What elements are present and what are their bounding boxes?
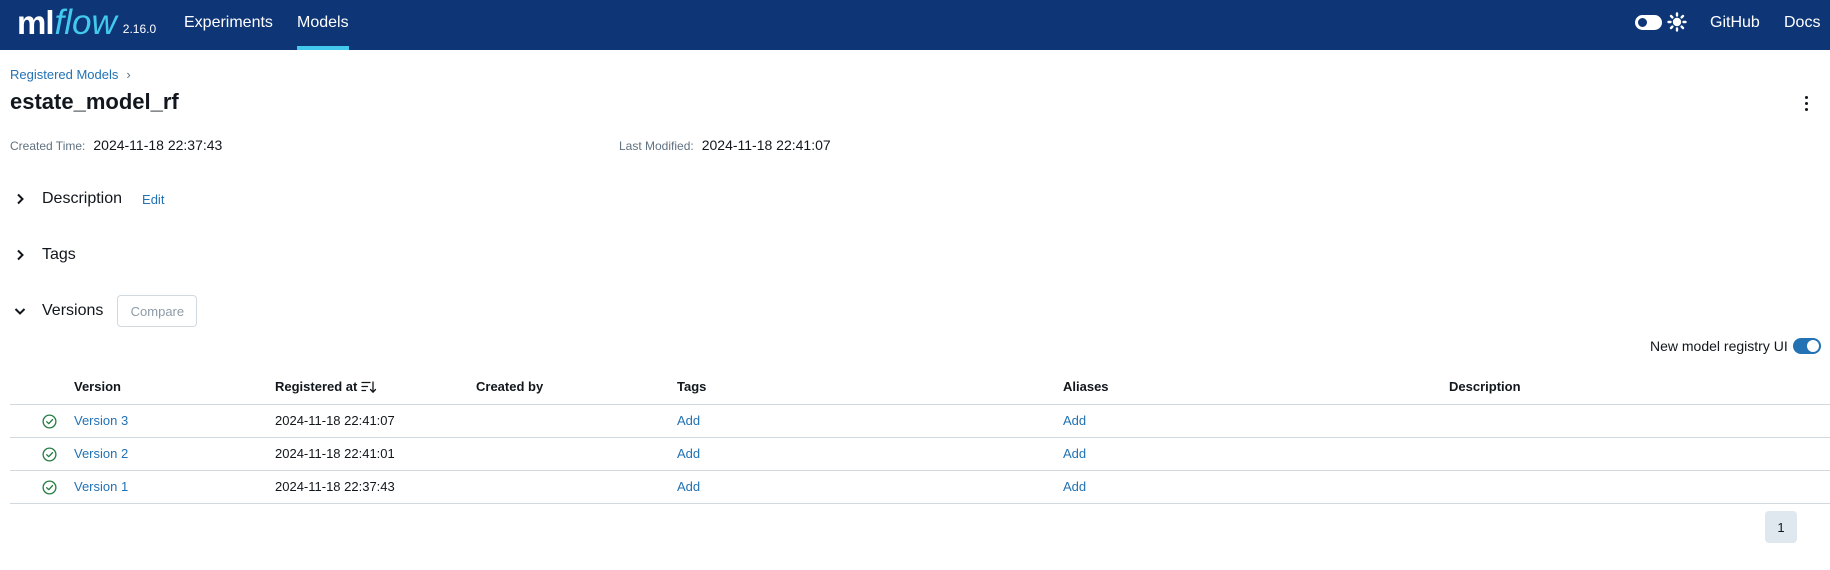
tags-title[interactable]: Tags	[42, 246, 76, 264]
versions-table: Version Registered at Created by Tags Al…	[10, 368, 1830, 504]
column-header-created-by: Created by	[476, 379, 544, 394]
new-registry-ui-label: New model registry UI	[1650, 338, 1788, 354]
check-circle-icon	[42, 447, 57, 462]
pagination-page-1[interactable]: 1	[1765, 511, 1797, 543]
chevron-down-icon[interactable]	[12, 303, 28, 319]
page-title: estate_model_rf	[10, 89, 179, 114]
registered-at-cell: 2024-11-18 22:41:07	[275, 413, 395, 428]
breadcrumb: Registered Models ›	[10, 67, 131, 82]
last-modified-label: Last Modified:	[619, 139, 694, 153]
github-link[interactable]: GitHub	[1710, 0, 1760, 45]
top-navigation-bar: ml flow 2.16.0 Experiments Models GitHub…	[0, 0, 1830, 50]
table-header: Version Registered at Created by Tags Al…	[10, 368, 1830, 405]
switch-knob	[1806, 340, 1819, 352]
version-label: 2.16.0	[122, 22, 157, 36]
registered-at-cell: 2024-11-18 22:41:01	[275, 446, 395, 461]
version-link[interactable]: Version 3	[74, 413, 128, 428]
nav-tab-experiments[interactable]: Experiments	[184, 0, 273, 50]
column-header-registered-at-label: Registered at	[275, 379, 358, 394]
add-tag-link[interactable]: Add	[677, 413, 700, 428]
created-time-label: Created Time:	[10, 139, 86, 153]
column-header-tags: Tags	[677, 379, 707, 394]
breadcrumb-separator: ›	[126, 67, 131, 82]
table-row: Version 2 2024-11-18 22:41:01 Add Add	[10, 438, 1830, 471]
registered-at-cell: 2024-11-18 22:37:43	[275, 479, 395, 494]
description-title[interactable]: Description	[42, 190, 122, 208]
table-row: Version 1 2024-11-18 22:37:43 Add Add	[10, 471, 1830, 504]
sort-descending-icon[interactable]	[361, 380, 377, 394]
compare-button[interactable]: Compare	[117, 295, 198, 327]
add-tag-link[interactable]: Add	[677, 446, 700, 461]
new-registry-ui-switch[interactable]	[1792, 338, 1821, 354]
add-tag-link[interactable]: Add	[677, 479, 700, 494]
check-circle-icon	[42, 480, 57, 495]
new-registry-ui-toggle: New model registry UI	[1650, 338, 1821, 354]
theme-toggle-knob	[1637, 17, 1648, 28]
table-row: Version 3 2024-11-18 22:41:07 Add Add	[10, 405, 1830, 438]
description-section: Description Edit	[12, 190, 164, 208]
add-alias-link[interactable]: Add	[1063, 413, 1086, 428]
created-time: Created Time: 2024-11-18 22:37:43	[10, 137, 222, 153]
add-alias-link[interactable]: Add	[1063, 446, 1086, 461]
edit-description-link[interactable]: Edit	[142, 192, 164, 207]
check-circle-icon	[42, 414, 57, 429]
logo-flow-text: flow	[54, 3, 117, 42]
sun-icon[interactable]	[1667, 12, 1687, 32]
chevron-right-icon[interactable]	[12, 191, 28, 207]
theme-toggle[interactable]	[1635, 15, 1662, 30]
nav-tab-models[interactable]: Models	[297, 0, 349, 50]
add-alias-link[interactable]: Add	[1063, 479, 1086, 494]
more-options-icon[interactable]	[1800, 92, 1812, 114]
mlflow-logo[interactable]: ml flow 2.16.0	[17, 3, 156, 47]
column-header-registered-at[interactable]: Registered at	[275, 368, 377, 405]
docs-link[interactable]: Docs	[1784, 0, 1820, 45]
breadcrumb-registered-models[interactable]: Registered Models	[10, 67, 118, 82]
versions-title[interactable]: Versions	[42, 302, 103, 320]
last-modified-value: 2024-11-18 22:41:07	[701, 137, 831, 153]
last-modified: Last Modified: 2024-11-18 22:41:07	[619, 137, 831, 153]
version-link[interactable]: Version 1	[74, 479, 128, 494]
created-time-value: 2024-11-18 22:37:43	[93, 137, 223, 153]
column-header-description: Description	[1449, 379, 1521, 394]
column-header-version: Version	[74, 379, 121, 394]
chevron-right-icon[interactable]	[12, 247, 28, 263]
versions-section: Versions Compare	[12, 295, 198, 327]
tags-section: Tags	[12, 246, 76, 264]
version-link[interactable]: Version 2	[74, 446, 128, 461]
column-header-aliases: Aliases	[1063, 379, 1109, 394]
logo-ml-text: ml	[17, 4, 55, 41]
